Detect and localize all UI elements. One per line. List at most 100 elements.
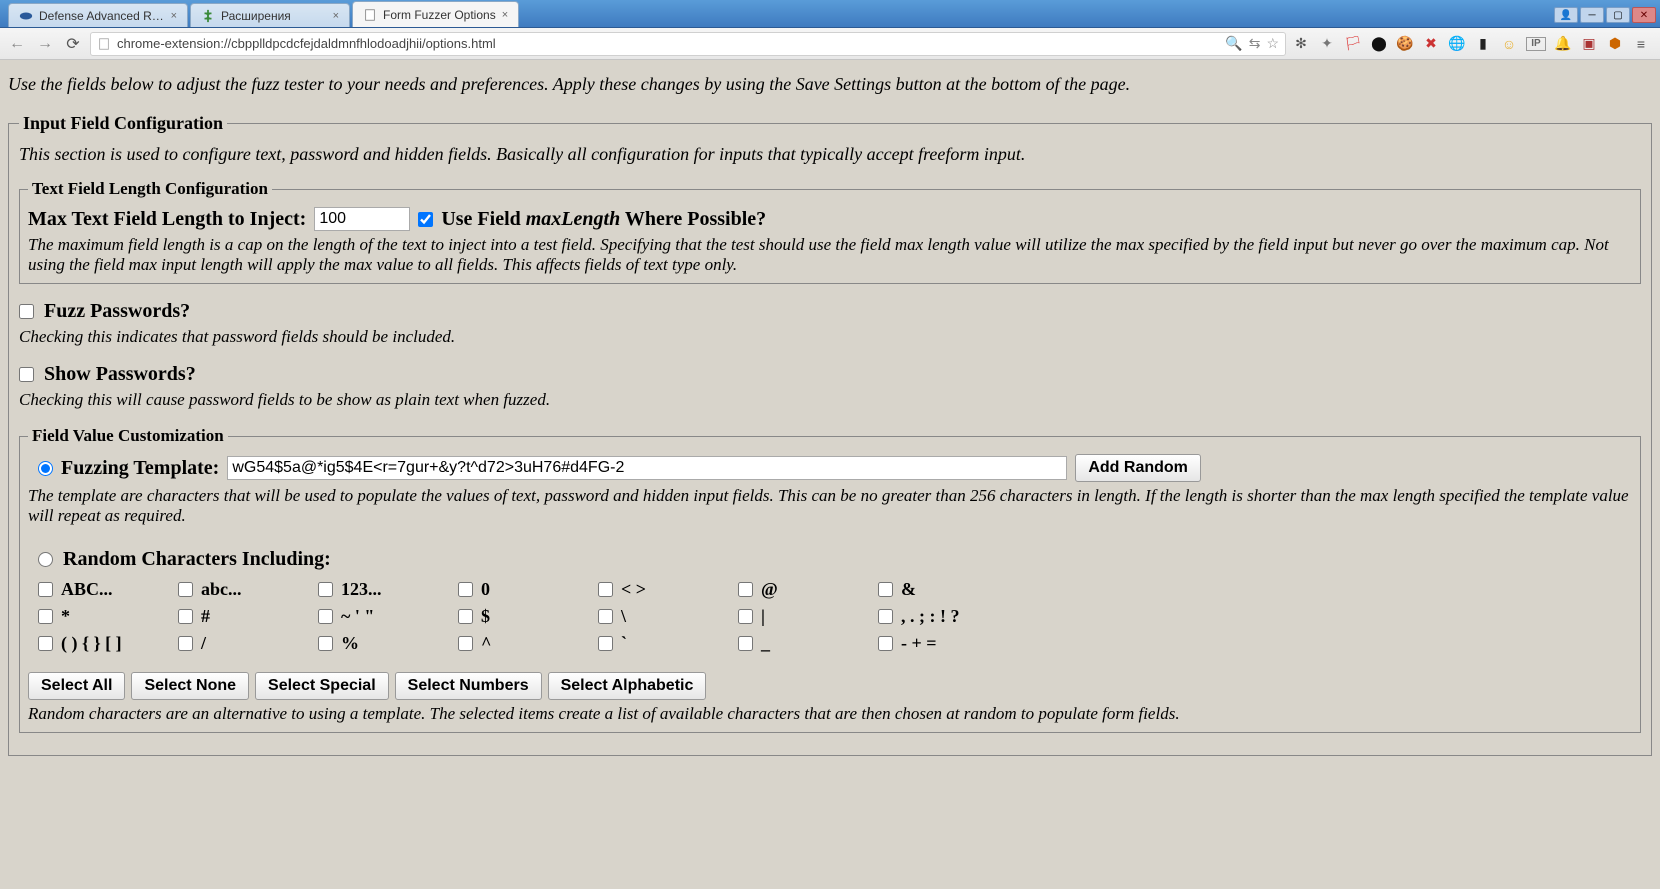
char-option[interactable]: # <box>178 606 318 627</box>
char-option-checkbox[interactable] <box>318 582 333 597</box>
char-option-label: - + = <box>901 633 937 654</box>
char-option[interactable]: 123... <box>318 579 458 600</box>
add-random-button[interactable]: Add Random <box>1075 454 1201 482</box>
record-icon[interactable]: ⬤ <box>1370 35 1388 53</box>
flag-icon[interactable]: 🏳 <box>1344 35 1362 53</box>
bell-icon[interactable]: 🔔 <box>1554 35 1572 53</box>
close-icon[interactable]: × <box>171 10 177 22</box>
badge-icon[interactable]: ⬢ <box>1606 35 1624 53</box>
char-option-checkbox[interactable] <box>458 636 473 651</box>
window-close-button[interactable]: ✕ <box>1632 7 1656 23</box>
char-option-checkbox[interactable] <box>738 636 753 651</box>
hot-icon[interactable]: ✦ <box>1318 35 1336 53</box>
char-option[interactable]: @ <box>738 579 878 600</box>
use-maxlength-checkbox[interactable] <box>418 212 433 227</box>
select-special-button[interactable]: Select Special <box>255 672 389 700</box>
cookie-icon[interactable]: 🍪 <box>1396 35 1414 53</box>
char-option[interactable]: - + = <box>878 633 1018 654</box>
char-option-checkbox[interactable] <box>458 582 473 597</box>
menu-icon[interactable]: ≡ <box>1632 35 1650 53</box>
close-icon[interactable]: × <box>502 9 508 21</box>
select-all-button[interactable]: Select All <box>28 672 125 700</box>
minimize-button[interactable]: ─ <box>1580 7 1604 23</box>
char-option[interactable]: * <box>38 606 178 627</box>
char-option-checkbox[interactable] <box>738 582 753 597</box>
browser-tab[interactable]: Расширения × <box>190 3 350 27</box>
char-option[interactable]: abc... <box>178 579 318 600</box>
field-value-customization: Field Value Customization Fuzzing Templa… <box>19 426 1641 733</box>
block-icon[interactable]: ✖ <box>1422 35 1440 53</box>
char-option[interactable]: \ <box>598 606 738 627</box>
select-alphabetic-button[interactable]: Select Alphabetic <box>548 672 707 700</box>
char-option[interactable]: ~ ' " <box>318 606 458 627</box>
char-option-checkbox[interactable] <box>38 636 53 651</box>
fieldset-legend: Field Value Customization <box>28 426 228 446</box>
char-option-checkbox[interactable] <box>598 582 613 597</box>
char-option[interactable]: & <box>878 579 1018 600</box>
char-option[interactable]: < > <box>598 579 738 600</box>
forward-button[interactable]: → <box>34 33 56 55</box>
zoom-icon[interactable]: 🔍 <box>1225 35 1242 52</box>
char-option-label: ` <box>621 633 627 654</box>
char-option-checkbox[interactable] <box>598 609 613 624</box>
char-option-checkbox[interactable] <box>178 636 193 651</box>
reload-button[interactable]: ⟳ <box>62 33 84 55</box>
max-length-input[interactable] <box>314 207 410 231</box>
url-bar[interactable]: chrome-extension://cbpplldpcdcfejdaldmnf… <box>90 32 1286 56</box>
browser-tab-active[interactable]: Form Fuzzer Options × <box>352 1 519 27</box>
char-option-label: @ <box>761 579 778 600</box>
settings-gear[interactable]: ✻ <box>1292 35 1310 53</box>
chrome-title-bar: Defense Advanced Resear × Расширения × F… <box>0 0 1660 28</box>
char-option-checkbox[interactable] <box>38 609 53 624</box>
char-option[interactable]: / <box>178 633 318 654</box>
char-option-label: # <box>201 606 210 627</box>
char-option-checkbox[interactable] <box>878 636 893 651</box>
random-chars-radio[interactable] <box>38 552 53 567</box>
char-option[interactable]: , . ; : ! ? <box>878 606 1018 627</box>
char-option-label: < > <box>621 579 646 600</box>
back-button[interactable]: ← <box>6 33 28 55</box>
char-option-checkbox[interactable] <box>318 636 333 651</box>
shield-icon[interactable]: ▣ <box>1580 35 1598 53</box>
char-option[interactable]: ABC... <box>38 579 178 600</box>
template-input[interactable] <box>227 456 1067 480</box>
char-option[interactable]: _ <box>738 633 878 654</box>
char-option[interactable]: 0 <box>458 579 598 600</box>
show-passwords-checkbox[interactable] <box>19 367 34 382</box>
fuzz-passwords-checkbox[interactable] <box>19 304 34 319</box>
char-option[interactable]: ^ <box>458 633 598 654</box>
user-icon[interactable]: 👤 <box>1554 7 1578 23</box>
char-option-checkbox[interactable] <box>458 609 473 624</box>
char-option[interactable]: ( ) { } [ ] <box>38 633 178 654</box>
browser-tab[interactable]: Defense Advanced Resear × <box>8 3 188 27</box>
translate-icon[interactable]: ⇆ <box>1249 35 1261 52</box>
char-option-checkbox[interactable] <box>598 636 613 651</box>
char-option-checkbox[interactable] <box>318 609 333 624</box>
char-option-checkbox[interactable] <box>738 609 753 624</box>
char-option-checkbox[interactable] <box>178 582 193 597</box>
char-option-checkbox[interactable] <box>178 609 193 624</box>
template-radio[interactable] <box>38 461 53 476</box>
ip-icon[interactable]: IP <box>1526 37 1546 51</box>
tab-title: Form Fuzzer Options <box>383 8 496 22</box>
char-option[interactable]: % <box>318 633 458 654</box>
char-option-label: abc... <box>201 579 242 600</box>
show-passwords-label: Show Passwords? <box>44 363 196 386</box>
char-option-checkbox[interactable] <box>878 609 893 624</box>
emoji-icon[interactable]: ☺ <box>1500 35 1518 53</box>
globe-icon[interactable]: 🌐 <box>1448 35 1466 53</box>
book-icon[interactable]: ▮ <box>1474 35 1492 53</box>
close-icon[interactable]: × <box>333 10 339 22</box>
select-none-button[interactable]: Select None <box>131 672 249 700</box>
char-option-checkbox[interactable] <box>878 582 893 597</box>
extensions-icon <box>201 9 215 23</box>
maximize-button[interactable]: ▢ <box>1606 7 1630 23</box>
tab-title: Расширения <box>221 9 327 23</box>
char-option[interactable]: | <box>738 606 878 627</box>
char-option[interactable]: ` <box>598 633 738 654</box>
select-numbers-button[interactable]: Select Numbers <box>395 672 542 700</box>
char-option[interactable]: $ <box>458 606 598 627</box>
char-option-checkbox[interactable] <box>38 582 53 597</box>
favicon-icon <box>19 9 33 23</box>
bookmark-star-icon[interactable]: ☆ <box>1266 35 1279 52</box>
